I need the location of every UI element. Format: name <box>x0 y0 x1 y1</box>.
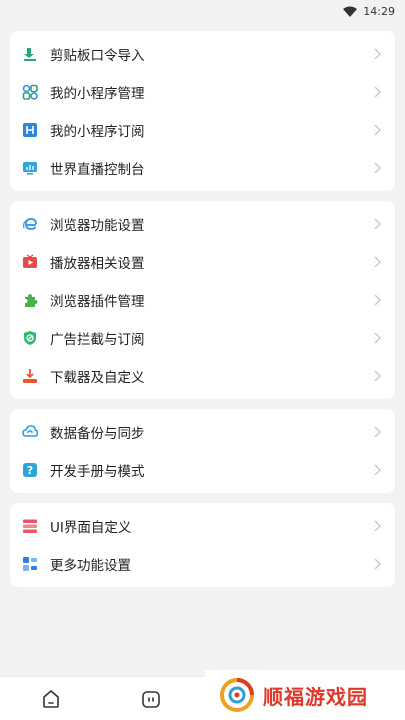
settings-row[interactable]: ? 开发手册与模式 <box>10 451 395 489</box>
chevron-right-icon <box>373 83 381 102</box>
settings-row[interactable]: 下载器及自定义 <box>10 357 395 395</box>
settings-row-label: 我的小程序订阅 <box>50 124 145 140</box>
clipboard-import-icon <box>22 46 38 62</box>
watermark-logo-icon <box>220 678 254 712</box>
settings-row[interactable]: 我的小程序订阅 <box>10 111 395 149</box>
settings-row[interactable]: 我的小程序管理 <box>10 73 395 111</box>
dev-manual-icon: ? <box>22 462 38 478</box>
settings-row-label: 开发手册与模式 <box>50 464 145 480</box>
settings-group: UI界面自定义 更多功能设置 <box>10 503 395 587</box>
settings-group: 浏览器功能设置 播放器相关设置 浏览器插件管理 广告拦截与订阅 下载器及自定义 <box>10 201 395 399</box>
settings-row-label: 浏览器插件管理 <box>50 294 145 310</box>
settings-row-label: UI界面自定义 <box>50 520 132 536</box>
watermark: 顺福游戏园 <box>205 670 405 720</box>
settings-row-label: 世界直播控制台 <box>50 162 145 178</box>
chevron-right-icon <box>373 215 381 234</box>
chevron-right-icon <box>373 423 381 442</box>
settings-row[interactable]: 广告拦截与订阅 <box>10 319 395 357</box>
status-bar: 14:29 <box>0 0 405 22</box>
chevron-right-icon <box>373 45 381 64</box>
mini-app-subscribe-icon <box>22 122 38 138</box>
settings-row-label: 浏览器功能设置 <box>50 218 145 234</box>
chevron-right-icon <box>373 159 381 178</box>
settings-row[interactable]: 播放器相关设置 <box>10 243 395 281</box>
svg-text:?: ? <box>27 464 33 477</box>
wifi-icon <box>343 6 358 17</box>
settings-row[interactable]: UI界面自定义 <box>10 507 395 545</box>
settings-row-label: 数据备份与同步 <box>50 426 145 442</box>
chevron-right-icon <box>373 329 381 348</box>
settings-row[interactable]: 更多功能设置 <box>10 545 395 583</box>
settings-row-label: 播放器相关设置 <box>50 256 145 272</box>
home-icon[interactable] <box>40 688 62 710</box>
settings-row-label: 我的小程序管理 <box>50 86 145 102</box>
chevron-right-icon <box>373 291 381 310</box>
downloader-icon <box>22 368 38 384</box>
mini-app-manage-icon <box>22 84 38 100</box>
status-time: 14:29 <box>363 4 395 18</box>
settings-row[interactable]: 浏览器插件管理 <box>10 281 395 319</box>
settings-row[interactable]: 剪贴板口令导入 <box>10 35 395 73</box>
settings-row[interactable]: 数据备份与同步 <box>10 413 395 451</box>
settings-list: 剪贴板口令导入 我的小程序管理 我的小程序订阅 世界直播控制台 浏览器功能设置 播放器相关… <box>0 31 405 587</box>
chevron-right-icon <box>373 367 381 386</box>
plugin-manage-icon <box>22 292 38 308</box>
settings-group: 数据备份与同步? 开发手册与模式 <box>10 409 395 493</box>
chevron-right-icon <box>373 121 381 140</box>
settings-row-label: 更多功能设置 <box>50 558 131 574</box>
backup-sync-icon <box>22 424 38 440</box>
tabs-icon[interactable] <box>140 688 162 710</box>
adblock-icon <box>22 330 38 346</box>
settings-group: 剪贴板口令导入 我的小程序管理 我的小程序订阅 世界直播控制台 <box>10 31 395 191</box>
browser-settings-icon <box>22 216 38 232</box>
chevron-right-icon <box>373 555 381 574</box>
settings-row-label: 剪贴板口令导入 <box>50 48 145 64</box>
chevron-right-icon <box>373 517 381 536</box>
settings-row[interactable]: 世界直播控制台 <box>10 149 395 187</box>
settings-row-label: 广告拦截与订阅 <box>50 332 145 348</box>
settings-row[interactable]: 浏览器功能设置 <box>10 205 395 243</box>
chevron-right-icon <box>373 461 381 480</box>
chevron-right-icon <box>373 253 381 272</box>
ui-customize-icon <box>22 518 38 534</box>
settings-row-label: 下载器及自定义 <box>50 370 145 386</box>
player-settings-icon <box>22 254 38 270</box>
live-console-icon <box>22 160 38 176</box>
watermark-text: 顺福游戏园 <box>263 684 368 709</box>
more-settings-icon <box>22 556 38 572</box>
